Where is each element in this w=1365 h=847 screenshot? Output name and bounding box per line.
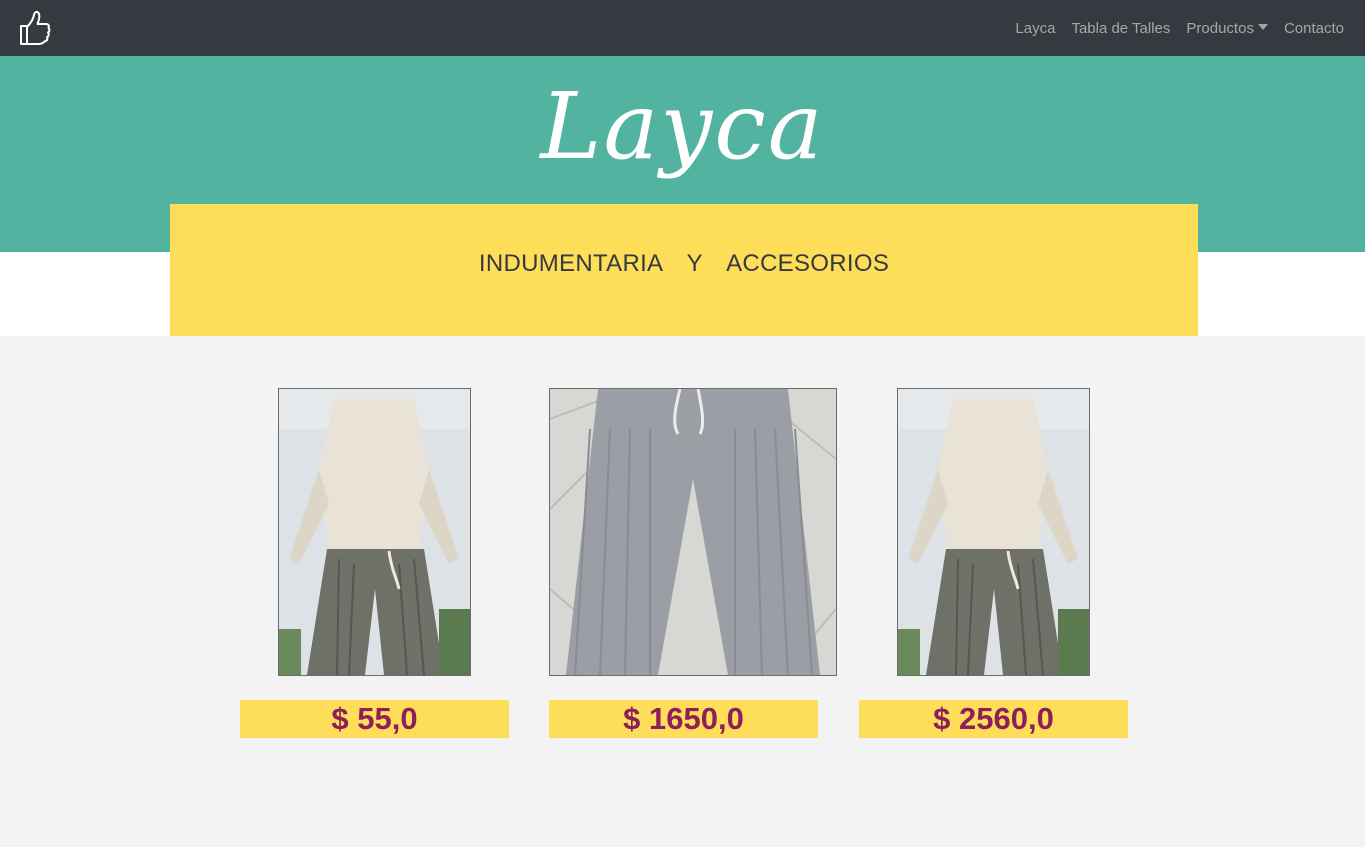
nav-menu: Layca Tabla de Talles Productos Contacto	[1015, 0, 1344, 56]
nav-link-contacto[interactable]: Contacto	[1284, 20, 1344, 37]
caret-down-icon	[1257, 23, 1268, 30]
product-price: $ 55,0	[240, 700, 509, 738]
product-image[interactable]	[549, 388, 837, 676]
product-image[interactable]	[897, 388, 1090, 676]
page-subtitle: INDUMENTARIA Y ACCESORIOS	[478, 250, 890, 277]
product-price: $ 2560,0	[859, 700, 1128, 738]
pants-photo-icon	[550, 389, 836, 675]
nav-dropdown-label: Productos	[1186, 19, 1254, 37]
product-image[interactable]	[278, 388, 471, 676]
model-photo-icon	[898, 389, 1089, 675]
nav-link-tabla-de-talles[interactable]: Tabla de Talles	[1071, 20, 1170, 37]
nav-dropdown-productos[interactable]: Productos	[1186, 20, 1268, 37]
thumbs-up-icon[interactable]	[18, 9, 52, 47]
top-navbar: Layca Tabla de Talles Productos Contacto	[0, 0, 1365, 56]
brand-logo-text: Layca	[540, 73, 825, 180]
product-price: $ 1650,0	[549, 700, 818, 738]
subtitle-panel: INDUMENTARIA Y ACCESORIOS	[170, 204, 1198, 336]
model-photo-icon	[279, 389, 470, 675]
nav-link-layca[interactable]: Layca	[1015, 20, 1055, 37]
